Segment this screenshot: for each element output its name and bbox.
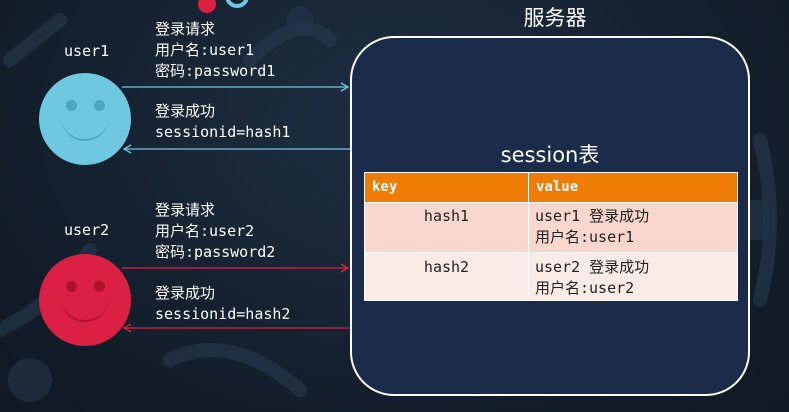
session-table-row-2-value-line-2: 用户名:user2 bbox=[535, 279, 635, 297]
user2-request-line-3: 密码:password2 bbox=[155, 243, 276, 261]
user1-request-line-3: 密码:password1 bbox=[155, 62, 276, 80]
session-table-row-2-divider bbox=[528, 253, 529, 300]
session-table-row-1-value-line-2: 用户名:user1 bbox=[535, 228, 635, 246]
user2-smiley-icon bbox=[39, 254, 131, 346]
user1-right-eye bbox=[94, 100, 105, 111]
user1-response-text: 登录成功 sessionid=hash1 bbox=[155, 101, 290, 143]
user2-response-line-1: 登录成功 bbox=[155, 284, 216, 302]
user1-mouth bbox=[61, 117, 109, 141]
user2-request-line-1: 登录请求 bbox=[155, 201, 216, 219]
user2-right-eye bbox=[94, 281, 105, 292]
user2-response-line-2: sessionid=hash2 bbox=[155, 305, 291, 323]
user2-label: user2 bbox=[64, 221, 110, 239]
user1-response-line-2: sessionid=hash1 bbox=[155, 123, 291, 141]
user1-label: user1 bbox=[64, 42, 110, 60]
user1-request-line-2: 用户名:user1 bbox=[155, 41, 255, 59]
session-table-row-1-value-line-1: user1 登录成功 bbox=[535, 207, 650, 225]
session-table-row-2-value-line-1: user2 登录成功 bbox=[535, 258, 650, 276]
session-table-row-1-divider bbox=[528, 203, 529, 252]
server-title: 服务器 bbox=[523, 6, 587, 30]
user2-mouth bbox=[61, 298, 109, 322]
session-table-row-2-key: hash2 bbox=[423, 258, 470, 276]
user1-request-text: 登录请求 用户名:user1 密码:password1 bbox=[155, 19, 275, 82]
user2-request-text: 登录请求 用户名:user2 密码:password2 bbox=[155, 200, 275, 263]
user2-response-text: 登录成功 sessionid=hash2 bbox=[155, 283, 290, 325]
session-table-row-2-value: user2 登录成功 用户名:user2 bbox=[535, 257, 649, 299]
user2-request-line-2: 用户名:user2 bbox=[155, 222, 255, 240]
session-table: key value hash1 user1 登录成功 用户名:user1 has… bbox=[364, 172, 738, 301]
user1-request-line-1: 登录请求 bbox=[155, 20, 216, 38]
session-table-row-1-key: hash1 bbox=[423, 207, 470, 225]
session-table-header-value: value bbox=[529, 173, 737, 202]
session-table-row-1-value: user1 登录成功 用户名:user1 bbox=[535, 206, 649, 248]
user1-smiley-icon bbox=[39, 73, 131, 165]
user2-left-eye bbox=[66, 281, 77, 292]
user1-left-eye bbox=[66, 100, 77, 111]
user1-response-line-1: 登录成功 bbox=[155, 102, 216, 120]
session-table-header-key: key bbox=[365, 173, 528, 202]
session-table-title: session表 bbox=[500, 143, 600, 167]
